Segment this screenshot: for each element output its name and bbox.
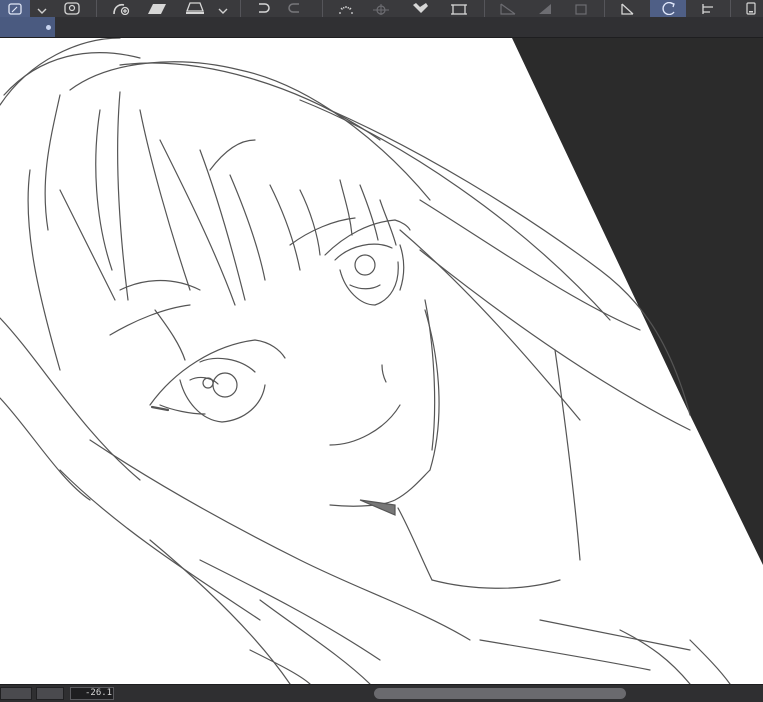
tone-button[interactable] (530, 0, 560, 17)
canvas-tab[interactable] (0, 17, 55, 37)
device-icon (745, 2, 757, 15)
crop-icon (450, 3, 468, 15)
pen-layer-icon (8, 3, 22, 15)
toolbar-separator (322, 0, 323, 17)
crosshair-icon (372, 3, 390, 15)
layer-dropdown-button[interactable] (33, 0, 51, 17)
rotation-angle-field[interactable]: -26.1 (70, 687, 114, 700)
rotate-canvas-icon (659, 2, 677, 15)
eraser-icon (184, 2, 206, 15)
perspective-icon (619, 3, 635, 15)
eraser-button[interactable] (178, 0, 212, 17)
toolbar-separator (604, 0, 605, 17)
layer-property-icon (64, 2, 80, 15)
frame-button[interactable] (566, 0, 596, 17)
ruler-icon (499, 3, 517, 15)
horizontal-scrollbar[interactable] (120, 688, 760, 699)
redo-button[interactable] (282, 0, 308, 17)
clip-studio-window: -26.1 (0, 0, 763, 702)
undo-button[interactable] (250, 0, 276, 17)
parallelogram-fill-icon (147, 3, 167, 15)
progress-indicator (332, 0, 360, 17)
snap-button[interactable] (366, 0, 396, 17)
canvas-drawing[interactable] (0, 38, 763, 684)
command-bar (0, 0, 763, 17)
layer-property-button[interactable] (58, 0, 86, 17)
fill-layer-button[interactable] (142, 0, 172, 17)
zoom-out-button[interactable] (0, 687, 32, 700)
chevron-down-icon (218, 7, 228, 15)
toolbar-separator (730, 0, 731, 17)
align-button[interactable] (692, 0, 722, 17)
perspective-button[interactable] (612, 0, 642, 17)
fill-bucket-button[interactable] (404, 0, 438, 17)
horizontal-scroll-thumb[interactable] (374, 688, 626, 699)
spinner-icon (338, 5, 354, 15)
canvas-tab-bar (0, 17, 763, 38)
unsaved-dot-icon (46, 24, 51, 30)
align-icon (699, 3, 715, 15)
toolbar-separator (484, 0, 485, 17)
tone-icon (537, 3, 553, 15)
navigator-status-bar: -26.1 (0, 684, 763, 702)
device-button[interactable] (738, 0, 763, 17)
ruler-button[interactable] (492, 0, 524, 17)
eraser-dropdown-button[interactable] (214, 0, 232, 17)
pen-layer-button[interactable] (0, 0, 30, 17)
fill-bucket-icon (410, 2, 432, 15)
square-icon (574, 3, 588, 15)
toolbar-separator (240, 0, 241, 17)
flip-button[interactable] (36, 687, 64, 700)
redo-icon (288, 3, 302, 15)
new-vector-layer-button[interactable] (104, 0, 136, 17)
crop-button[interactable] (444, 0, 474, 17)
rotate-canvas-button[interactable] (650, 0, 686, 17)
chevron-down-icon (37, 7, 47, 15)
undo-icon (256, 3, 270, 15)
canvas-workspace[interactable] (0, 38, 763, 684)
transform-add-icon (110, 2, 130, 15)
toolbar-separator (96, 0, 97, 17)
